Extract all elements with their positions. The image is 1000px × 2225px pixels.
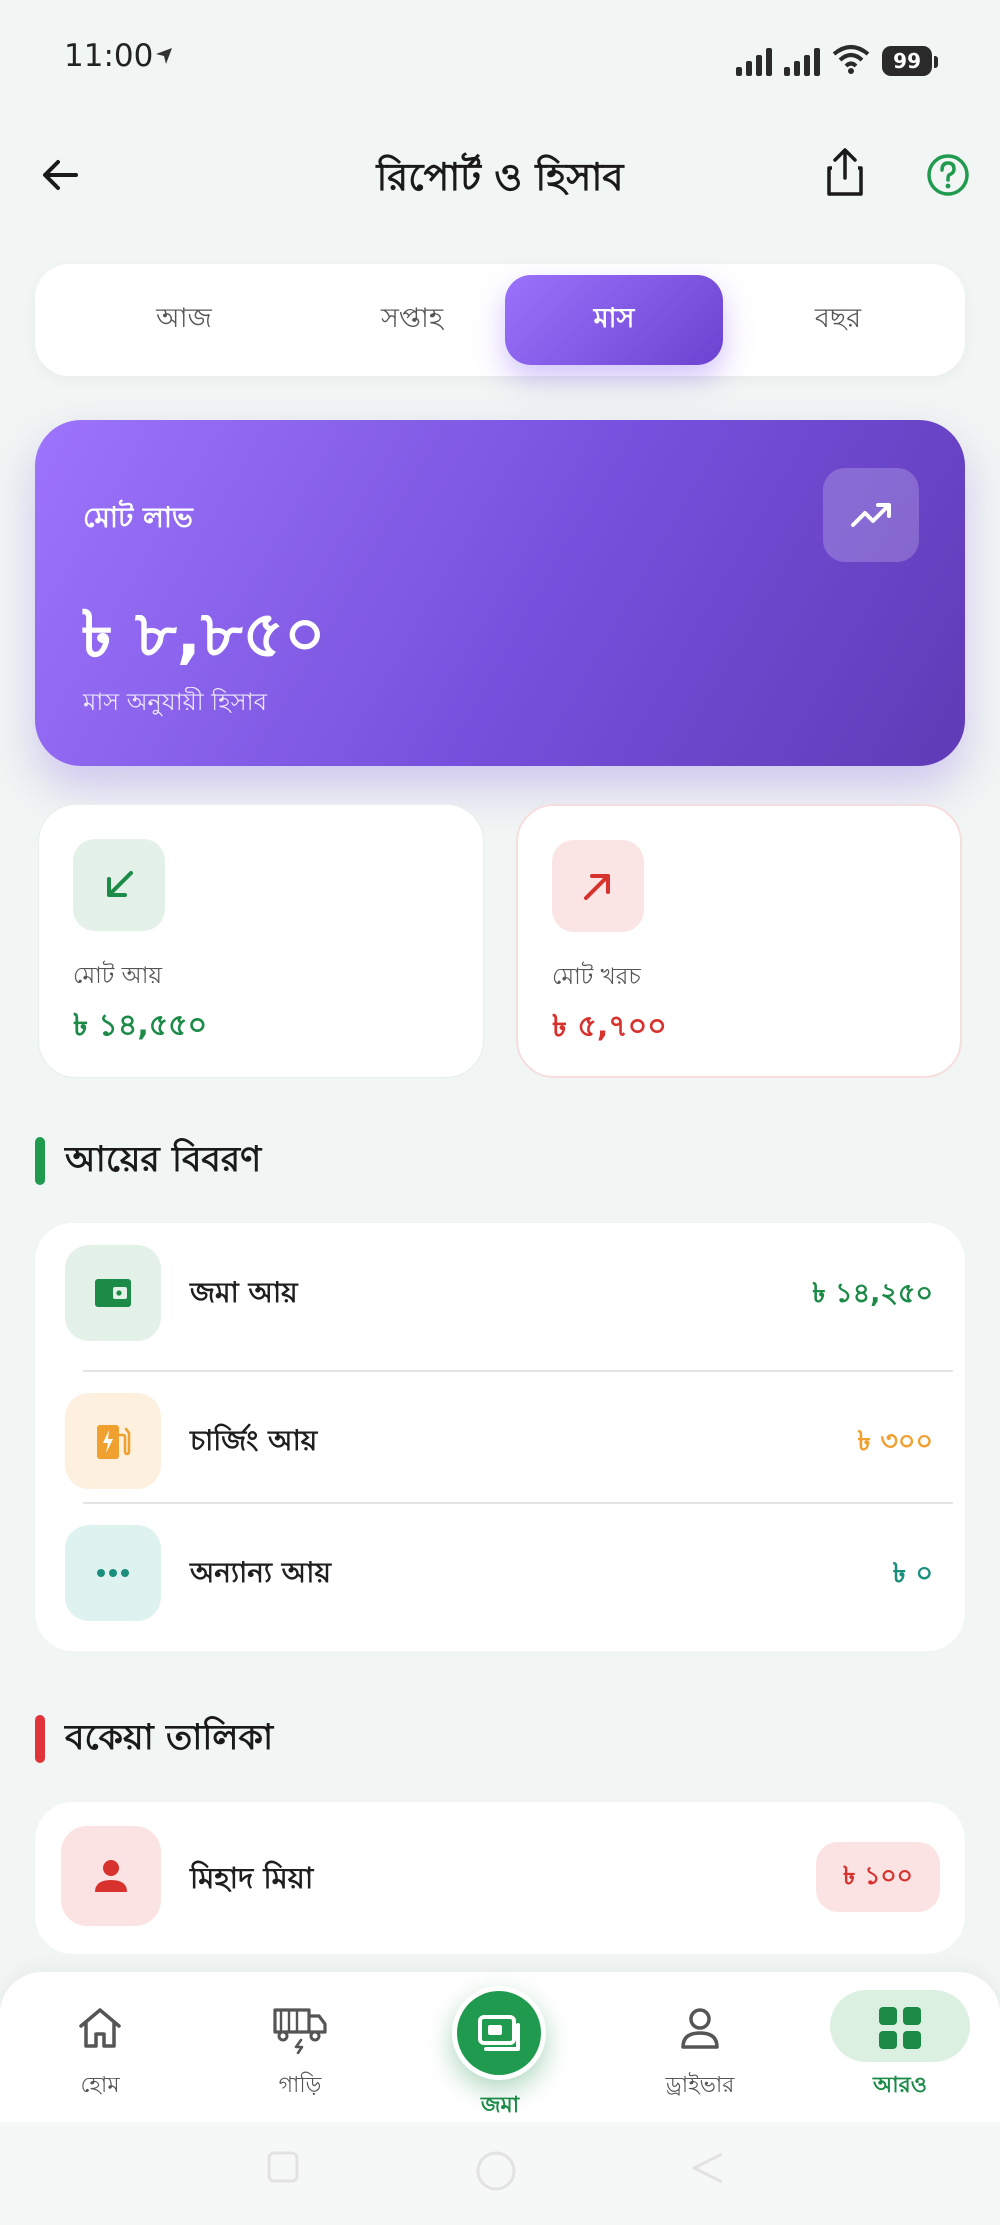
nav-driver[interactable]: ড্রাইভার [640,1998,760,2108]
item-label: চার্জিং আয় [190,1424,318,1457]
grid-icon [840,1998,960,2058]
expense-value: ৳ ৫,৭০০ [552,1009,667,1044]
arrow-down-left-icon [73,839,165,931]
income-value: ৳ ১৪,৫৫০ [73,1008,208,1043]
home-system-icon[interactable] [475,2150,517,2196]
signal-icon [784,46,821,76]
arrow-up-right-icon [552,840,644,932]
help-circle-icon[interactable] [925,152,971,198]
item-value: ৳ ১৪,২৫০ [812,1278,933,1309]
due-amount-badge: ৳ ১০০ [816,1842,940,1912]
section-accent-bar [35,1715,45,1763]
item-label: জমা আয় [190,1276,298,1309]
charging-icon [65,1393,161,1489]
nav-label: ড্রাইভার [665,2073,735,2098]
nav-label: জমা [480,2093,520,2118]
total-expense-card[interactable]: মোট খরচ ৳ ৫,৭০০ [516,804,962,1078]
tab-month[interactable]: মাস [505,275,723,365]
deposit-icon [457,1991,541,2075]
battery-icon: 99 [882,46,938,76]
total-income-card[interactable]: মোট আয় ৳ ১৪,৫৫০ [38,804,484,1078]
vehicle-icon [240,1998,360,2058]
list-item[interactable]: অন্যান্য আয় ৳ ০ [35,1503,965,1635]
profit-value: ৳ ৮,৮৫০ [81,598,326,672]
period-tabs: আজ সপ্তাহ মাস বছর [35,264,965,376]
income-label: মোট আয় [73,963,162,989]
section-title: আয়ের বিবরণ [65,1139,262,1180]
nav-more[interactable]: আরও [840,1998,960,2108]
report-screen: 11:00 99 রিপোর্ট ও হিসাব আজ সপ্তাহ মাস ব… [0,0,1000,2225]
due-person-name: মিহাদ মিয়া [190,1861,314,1895]
income-details-list: জমা আয় ৳ ১৪,২৫০ চার্জিং আয় ৳ ৩০০ অন্যা… [35,1223,965,1651]
home-icon [40,1998,160,2058]
item-value: ৳ ৩০০ [857,1426,933,1457]
nav-label: গাড়ি [278,2073,322,2098]
section-accent-bar [35,1137,45,1185]
expense-label: মোট খরচ [552,964,641,990]
status-bar: 11:00 99 [0,0,1000,120]
wallet-icon [65,1245,161,1341]
tab-year[interactable]: বছর [729,275,947,365]
total-profit-card: মোট লাভ ৳ ৮,৮৫০ মাস অনুযায়ী হিসাব [35,420,965,766]
nav-vehicle[interactable]: গাড়ি [240,1998,360,2108]
status-indicators: 99 [736,44,938,78]
driver-icon [640,1998,760,2058]
status-time: 11:00 [64,38,154,74]
tab-week[interactable]: সপ্তাহ [303,275,521,365]
nav-home[interactable]: হোম [40,1998,160,2108]
person-icon [61,1826,161,1926]
list-item[interactable]: চার্জিং আয় ৳ ৩০০ [35,1371,965,1503]
nav-label: আরও [873,2073,927,2098]
due-list-item[interactable]: মিহাদ মিয়া ৳ ১০০ [35,1802,965,1954]
back-system-icon[interactable] [690,2150,726,2190]
item-value: ৳ ০ [892,1558,933,1589]
bottom-navigation: হোম গাড়ি জমা ড্রাইভার আরও [0,1972,1000,2122]
income-details-heading: আয়ের বিবরণ [35,1136,261,1186]
due-list-heading: বকেয়া তালিকা [35,1714,273,1764]
system-navigation-bar [0,2122,1000,2225]
recent-apps-icon[interactable] [266,2150,300,2188]
tab-today[interactable]: আজ [75,275,293,365]
navigation-arrow-icon [154,46,174,70]
deposit-button[interactable] [452,1986,546,2080]
profit-label: মোট লাভ [83,501,193,534]
signal-icon [736,46,773,76]
item-label: অন্যান্য আয় [190,1556,331,1589]
more-dots-icon [65,1525,161,1621]
trending-up-icon [823,468,919,562]
share-icon[interactable] [820,144,870,200]
app-header: রিপোর্ট ও হিসাব [0,130,1000,220]
list-item[interactable]: জমা আয় ৳ ১৪,২৫০ [35,1223,965,1355]
section-title: বকেয়া তালিকা [65,1717,274,1758]
nav-label: হোম [80,2073,120,2098]
wifi-icon [832,44,870,78]
profit-subtitle: মাস অনুযায়ী হিসাব [83,688,267,716]
